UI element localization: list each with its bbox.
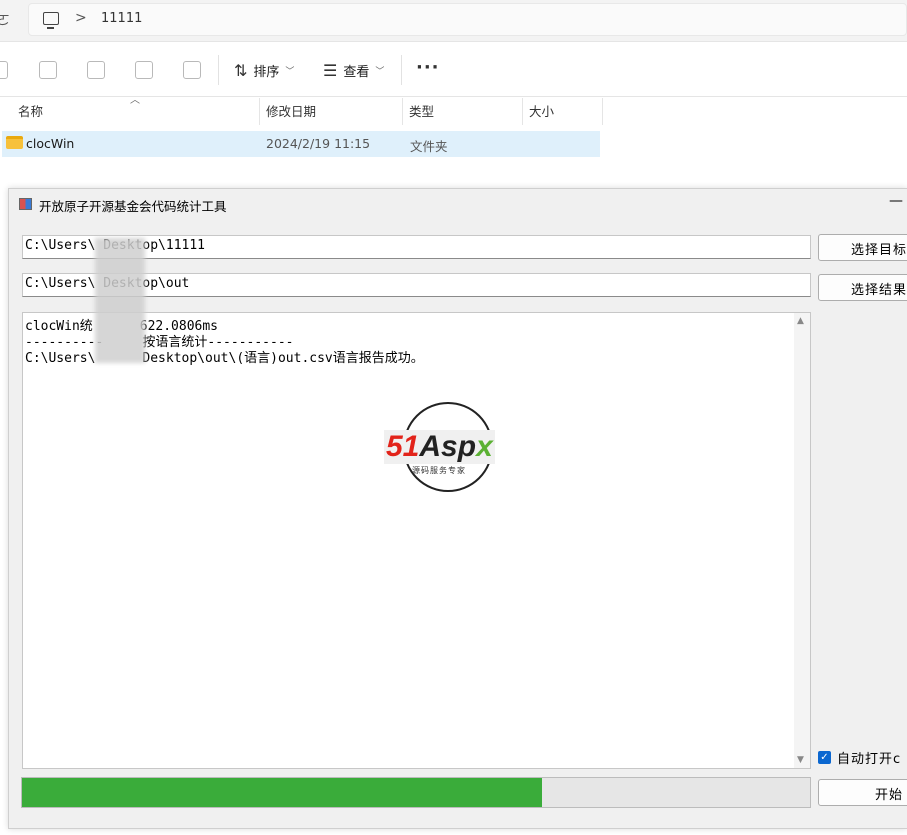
chevron-down-icon: ﹀ — [285, 66, 295, 77]
scroll-up-icon[interactable]: ▲ — [797, 316, 804, 326]
log-scrollbar[interactable]: ▲ ▼ — [794, 313, 810, 768]
column-header-name[interactable]: 名称 — [12, 98, 260, 125]
redacted-blur — [95, 238, 145, 363]
view-button[interactable]: ☰ 查看 ﹀ — [323, 59, 384, 81]
sort-label: 排序 — [253, 64, 280, 80]
select-source-button[interactable]: 选择目标 — [818, 234, 907, 261]
cut-icon[interactable] — [0, 61, 8, 79]
view-label: 查看 — [343, 64, 370, 80]
address-row: ㄛ > 11111 — [0, 0, 907, 42]
log-textarea[interactable]: clocWin统 622.0806ms ---------- 按语言统计----… — [22, 238, 811, 769]
cloc-app-window: 开放原子开源基金会代码统计工具 — C:\Users\ Desktop\1111… — [8, 188, 907, 829]
progress-fill — [22, 778, 543, 807]
minimize-button[interactable]: — — [889, 193, 903, 209]
scroll-down-icon[interactable]: ▼ — [797, 755, 804, 765]
app-titlebar: 开放原子开源基金会代码统计工具 — — [9, 189, 907, 219]
file-name: clocWin — [26, 136, 75, 151]
share-icon[interactable] — [135, 61, 153, 79]
app-title: 开放原子开源基金会代码统计工具 — [39, 199, 227, 214]
toolbar-divider — [218, 55, 219, 85]
select-output-button[interactable]: 选择结果 — [818, 274, 907, 301]
breadcrumb-folder[interactable]: 11111 — [101, 11, 142, 26]
file-row[interactable]: clocWin 2024/2/19 11:15 文件夹 — [2, 131, 600, 157]
auto-open-checkbox[interactable]: ✓ 自动打开c — [818, 748, 902, 767]
auto-open-label: 自动打开c — [837, 751, 902, 767]
paste-icon[interactable] — [39, 61, 57, 79]
column-header-type[interactable]: 类型 — [403, 98, 523, 125]
folder-icon — [6, 136, 23, 149]
logo-tagline: 源码服务专家 — [412, 466, 466, 475]
this-pc-icon[interactable] — [43, 12, 59, 29]
more-options-button[interactable]: ··· — [416, 57, 440, 78]
file-explorer-window: ㄛ > 11111 ⇅ 排序 ﹀ ☰ 查看 ﹀ ··· ︿ 名称 修改日期 类型… — [0, 0, 907, 835]
column-header-size[interactable]: 大小 — [523, 98, 603, 125]
logo-wordmark: 51Aspx — [384, 430, 495, 464]
file-modified: 2024/2/19 11:15 — [266, 136, 371, 151]
log-line: C:\Users\ Desktop\out\(语言)out.csv语言报告成功。 — [25, 351, 424, 366]
command-bar: ⇅ 排序 ﹀ ☰ 查看 ﹀ ··· — [0, 43, 907, 97]
watermark-logo: 51Aspx 源码服务专家 — [384, 402, 512, 494]
chevron-down-icon: ﹀ — [375, 66, 385, 77]
delete-icon[interactable] — [183, 61, 201, 79]
address-bar[interactable]: > 11111 — [28, 3, 907, 36]
app-icon — [19, 198, 32, 210]
view-list-icon: ☰ — [323, 60, 338, 80]
progress-bar — [21, 777, 811, 808]
sort-button[interactable]: ⇅ 排序 ﹀ — [234, 59, 294, 81]
checkbox-checked-icon[interactable]: ✓ — [818, 750, 831, 764]
toolbar-divider — [401, 55, 402, 85]
rename-icon[interactable] — [87, 61, 105, 79]
column-header-modified[interactable]: 修改日期 — [260, 98, 403, 125]
start-button[interactable]: 开始 — [818, 779, 907, 806]
sort-icon: ⇅ — [234, 60, 248, 80]
file-type: 文件夹 — [410, 139, 448, 154]
breadcrumb-chevron-icon[interactable]: > — [75, 10, 87, 26]
address-edge-glyph: ㄛ — [0, 13, 10, 29]
